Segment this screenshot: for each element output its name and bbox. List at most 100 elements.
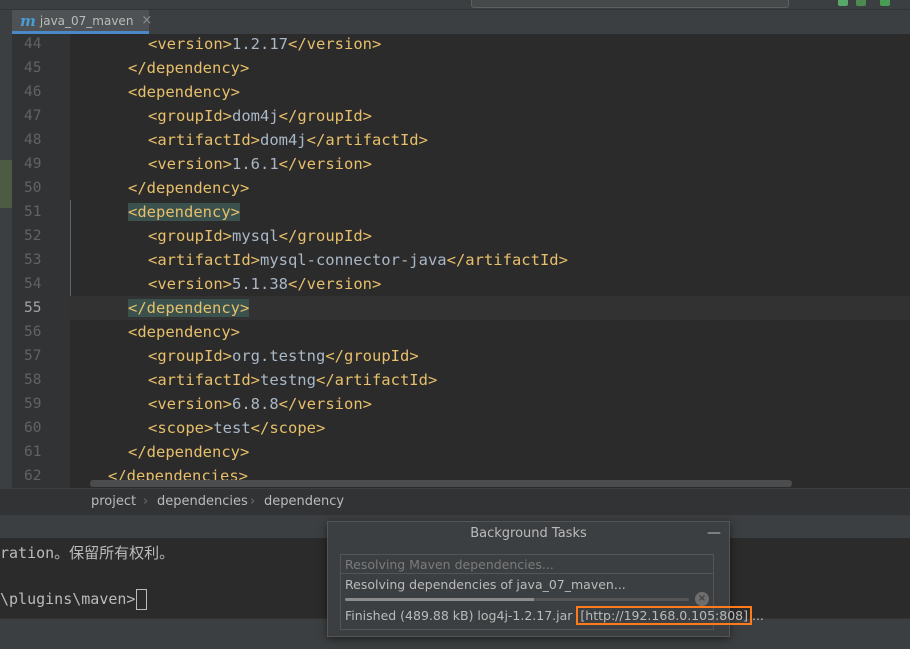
task-resolving-maven: Resolving Maven dependencies... [340,554,714,574]
xml-tag: <dependency> [128,83,240,101]
xml-tag: </groupId> [325,347,419,365]
code-line[interactable]: </dependency> [70,296,910,320]
code-line[interactable]: <artifactId>dom4j</artifactId> [70,128,910,152]
xml-tag: <artifactId> [148,251,260,269]
xml-text: org.testng [232,347,326,365]
xml-tag: </artifactId> [446,251,568,269]
xml-tag: </dependency> [128,179,250,197]
code-line[interactable]: <version>6.8.8</version> [70,392,910,416]
xml-tag: <groupId> [148,107,232,125]
xml-tag: <artifactId> [148,371,260,389]
xml-text: dom4j [259,131,307,149]
line-number: 44 [24,36,42,52]
code-line[interactable]: </dependency> [70,56,910,80]
matched-tag: </dependency> [128,299,250,317]
line-number: 52 [24,228,42,244]
breadcrumb-separator: › [143,494,149,509]
title-bar [0,0,910,10]
left-tool-strip [0,34,12,488]
code-line[interactable]: </dependency> [70,440,910,464]
code-line[interactable]: <version>1.2.17</version> [70,34,910,56]
terminal-prompt: \plugins\maven> [0,590,136,608]
terminal-cursor [136,589,148,610]
xml-tag: </dependency> [128,59,250,77]
code-line[interactable]: </dependency> [70,176,910,200]
line-number: 62 [24,468,42,484]
xml-tag: <version> [148,155,232,173]
terminal-prompt-line[interactable]: \plugins\maven> [0,589,148,610]
breadcrumb-dependency[interactable]: dependency [264,494,344,509]
run-icon[interactable] [838,0,848,6]
xml-text: mysql-connector-java [259,251,447,269]
line-number: 45 [24,60,42,76]
code-line[interactable]: <dependency> [70,200,910,224]
xml-tag: <scope> [148,419,214,437]
task-status-url: [http://192.168.0.105:808] [576,606,752,625]
task-progress-bar [345,598,689,601]
line-number: 48 [24,132,42,148]
terminal-output-line: ration。保留所有权利。 [0,544,175,562]
line-number: 46 [24,84,42,100]
line-number-gutter[interactable]: 44 45 46 47 48 49 50 51 52 53 54 55 56 57 58 59 60 61 62 [12,34,70,488]
line-number: 56 [24,324,42,340]
code-line[interactable]: <dependency> [70,80,910,104]
xml-tag: <dependency> [128,323,240,341]
maven-icon: m [20,11,36,30]
code-line[interactable]: <artifactId>testng</artifactId> [70,368,910,392]
xml-tag: <version> [148,35,232,53]
task-resolving-dependencies: Resolving dependencies of java_07_maven.… [340,574,764,630]
horizontal-scrollbar[interactable] [90,480,792,487]
code-editor[interactable]: <version>1.2.17</version> </dependency> <d… [70,34,910,488]
xml-tag: <artifactId> [148,131,260,149]
code-line[interactable]: <scope>test</scope> [70,416,910,440]
code-line[interactable]: <groupId>mysql</groupId> [70,224,910,248]
line-number: 55 [24,300,42,316]
xml-tag: </version> [288,275,382,293]
task-title: Resolving dependencies of java_07_maven.… [345,577,626,592]
code-line[interactable]: <version>5.1.38</version> [70,272,910,296]
line-number: 61 [24,444,42,460]
tab-java-07-maven[interactable]: m java_07_maven × [12,10,152,34]
run-config-search[interactable] [471,0,789,8]
matched-tag: <dependency> [128,203,240,221]
xml-tag: </groupId> [278,107,372,125]
xml-tag: </artifactId> [315,371,438,389]
breadcrumb-project[interactable]: project [91,494,136,509]
code-line[interactable]: <groupId>dom4j</groupId> [70,104,910,128]
task-status-text: Finished (489.88 kB) log4j-1.2.17.jar [345,608,577,623]
close-icon[interactable]: × [141,13,152,28]
tab-title: java_07_maven [39,13,134,28]
debug-icon[interactable] [856,0,866,6]
code-line[interactable]: <dependency> [70,320,910,344]
line-number: 60 [24,420,42,436]
xml-text: 1.2.17 [232,35,288,53]
xml-text: 5.1.38 [232,275,288,293]
xml-text: 1.6.1 [232,155,279,173]
breadcrumb-dependencies[interactable]: dependencies [157,494,248,509]
build-icon[interactable] [880,0,890,6]
xml-text: testng [259,371,316,389]
xml-text: test [213,419,251,437]
xml-tag: <groupId> [148,347,232,365]
xml-tag: <version> [148,395,232,413]
change-marker [0,160,12,208]
line-number: 54 [24,276,42,292]
xml-tag: </groupId> [278,227,372,245]
task-status-ellipsis: ... [751,608,764,623]
xml-text: dom4j [232,107,279,125]
breadcrumb-separator: › [250,494,256,509]
cancel-task-icon[interactable]: × [695,592,709,606]
line-number: 49 [24,156,42,172]
line-number: 51 [24,204,42,220]
minimize-icon[interactable]: — [707,522,721,544]
breadcrumb: project › dependencies › dependency [0,488,910,515]
xml-text: 6.8.8 [232,395,279,413]
xml-tag: </scope> [250,419,326,437]
xml-tag: <groupId> [148,227,232,245]
xml-tag: </artifactId> [306,131,428,149]
code-line[interactable]: <version>1.6.1</version> [70,152,910,176]
xml-text: mysql [232,227,279,245]
xml-tag: <version> [148,275,232,293]
code-line[interactable]: <groupId>org.testng</groupId> [70,344,910,368]
code-line[interactable]: <artifactId>mysql-connector-java</artifa… [70,248,910,272]
